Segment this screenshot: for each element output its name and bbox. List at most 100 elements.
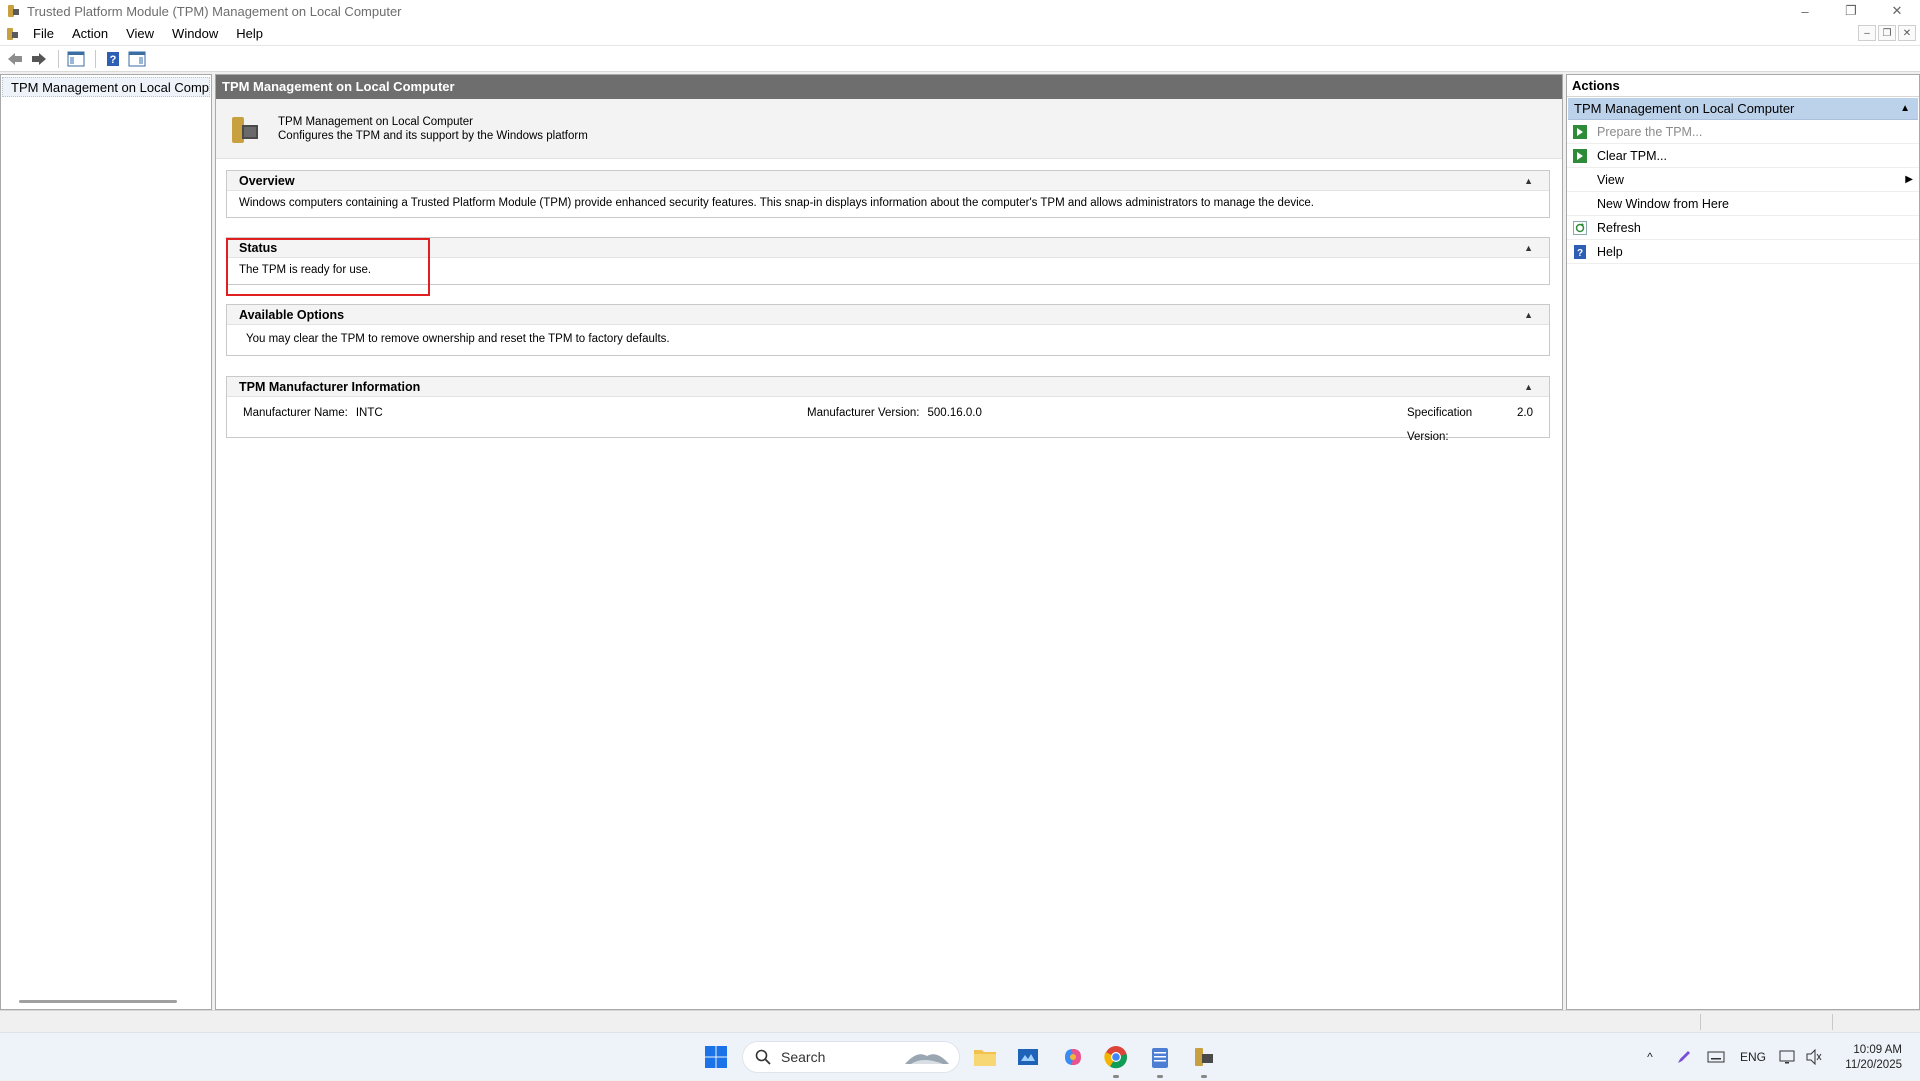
specification-version-value: 2.0 (1517, 401, 1533, 449)
minimize-button[interactable]: – (1782, 0, 1828, 22)
available-options-title: Available Options (239, 308, 344, 322)
input-language-indicator[interactable]: ENG (1738, 1033, 1768, 1081)
overview-text: Windows computers containing a Trusted P… (227, 191, 1549, 215)
system-menu-icon[interactable] (4, 26, 20, 42)
action-label: Refresh (1597, 221, 1641, 235)
taskbar-search-box[interactable]: Search (742, 1041, 960, 1073)
console-tree-pane: TPM Management on Local Comp (0, 74, 212, 1010)
action-label: Help (1597, 245, 1623, 259)
title-bar: Trusted Platform Module (TPM) Management… (0, 0, 1920, 22)
help-toolbar-button[interactable]: ? (102, 48, 124, 70)
tree-horizontal-scrollbar[interactable] (19, 1000, 177, 1003)
console-tree-icon (67, 51, 85, 67)
window-title: Trusted Platform Module (TPM) Management… (27, 4, 402, 19)
tpm-taskbar-icon[interactable] (1188, 1041, 1220, 1073)
search-icon (755, 1049, 771, 1065)
menu-window[interactable]: Window (163, 22, 227, 46)
menu-view[interactable]: View (117, 22, 163, 46)
copilot-taskbar-icon[interactable] (1057, 1041, 1089, 1073)
action-view[interactable]: View ▶ (1567, 168, 1919, 192)
running-indicator (1113, 1075, 1119, 1078)
volume-muted-icon[interactable] (1802, 1033, 1826, 1081)
manufacturer-info-header[interactable]: TPM Manufacturer Information ▲ (227, 377, 1549, 397)
news-taskbar-icon[interactable] (1012, 1041, 1044, 1073)
available-options-text: You may clear the TPM to remove ownershi… (227, 325, 1549, 353)
collapse-caret-icon[interactable]: ▲ (1524, 377, 1533, 397)
manufacturer-version: Manufacturer Version: 500.16.0.0 (807, 401, 1407, 449)
tree-item-tpm-management[interactable]: TPM Management on Local Comp (2, 77, 210, 97)
overview-header[interactable]: Overview ▲ (227, 171, 1549, 191)
action-refresh[interactable]: Refresh (1567, 216, 1919, 240)
network-icon[interactable] (1776, 1033, 1800, 1081)
show-hidden-icons-chevron-icon[interactable]: ^ (1640, 1033, 1660, 1081)
notepad-taskbar-icon[interactable] (1144, 1041, 1176, 1073)
tpm-chip-large-icon (228, 113, 264, 149)
manufacturer-version-label: Manufacturer Version: (807, 401, 920, 449)
manufacturer-name-value: INTC (356, 401, 383, 449)
clock-date: 11/20/2025 (1845, 1058, 1902, 1073)
chrome-taskbar-icon[interactable] (1100, 1041, 1132, 1073)
menu-file[interactable]: File (24, 22, 63, 46)
action-new-window[interactable]: New Window from Here (1567, 192, 1919, 216)
collapse-caret-icon[interactable]: ▲ (1900, 98, 1910, 120)
forward-button[interactable] (28, 48, 50, 70)
menu-bar: File Action View Window Help – ❐ ✕ (0, 22, 1920, 46)
description-subtitle: Configures the TPM and its support by th… (278, 129, 588, 143)
tree-item-label: TPM Management on Local Comp (11, 80, 209, 95)
touch-keyboard-icon[interactable] (1704, 1033, 1728, 1081)
action-clear-tpm[interactable]: Clear TPM... (1567, 144, 1919, 168)
toolbar-separator (58, 50, 59, 68)
start-button[interactable] (700, 1041, 732, 1073)
close-button[interactable]: ✕ (1874, 0, 1920, 22)
file-explorer-taskbar-icon[interactable] (969, 1041, 1001, 1073)
collapse-caret-icon[interactable]: ▲ (1524, 171, 1533, 191)
restore-button[interactable]: ❐ (1828, 0, 1874, 22)
help-icon: ? (106, 51, 120, 67)
mdi-restore-button[interactable]: ❐ (1878, 25, 1896, 41)
show-hide-console-tree-button[interactable] (65, 48, 87, 70)
results-pane-header: TPM Management on Local Computer (216, 75, 1562, 99)
action-label: New Window from Here (1597, 197, 1729, 211)
overview-section: Overview ▲ Windows computers containing … (226, 170, 1550, 218)
action-pane-icon (128, 51, 146, 67)
search-highlight-image-icon (903, 1046, 951, 1068)
running-indicator (1157, 1075, 1163, 1078)
back-button[interactable] (4, 48, 26, 70)
manufacturer-info-section: TPM Manufacturer Information ▲ Manufactu… (226, 376, 1550, 438)
specification-version: Specification Version: 2.0 (1407, 401, 1533, 449)
forward-arrow-icon (31, 52, 47, 66)
overview-title: Overview (239, 174, 295, 188)
action-label: Clear TPM... (1597, 149, 1667, 163)
action-label: Prepare the TPM... (1597, 125, 1702, 139)
search-placeholder: Search (781, 1049, 825, 1065)
taskbar: Search ^ ENG 10:09 AM 11/20/2025 (0, 1032, 1920, 1080)
collapse-caret-icon[interactable]: ▲ (1524, 238, 1533, 258)
toolbar-separator (95, 50, 96, 68)
available-options-section: Available Options ▲ You may clear the TP… (226, 304, 1550, 356)
available-options-header[interactable]: Available Options ▲ (227, 305, 1549, 325)
specification-version-label: Specification Version: (1407, 401, 1509, 449)
status-bar-divider (1832, 1014, 1833, 1030)
menu-help[interactable]: Help (227, 22, 272, 46)
status-highlight-box (226, 238, 430, 296)
run-action-icon (1572, 124, 1588, 140)
refresh-icon (1572, 220, 1588, 236)
manufacturer-name: Manufacturer Name: INTC (243, 401, 807, 449)
results-pane: TPM Management on Local Computer TPM Man… (215, 74, 1563, 1010)
snapin-description: TPM Management on Local Computer Configu… (216, 99, 1562, 159)
actions-pane: Actions TPM Management on Local Computer… (1566, 74, 1920, 1010)
pen-icon[interactable] (1672, 1033, 1696, 1081)
manufacturer-name-label: Manufacturer Name: (243, 401, 348, 449)
status-bar (0, 1010, 1920, 1032)
mdi-close-button[interactable]: ✕ (1898, 25, 1916, 41)
svg-text:?: ? (1577, 248, 1583, 259)
action-prepare-tpm[interactable]: Prepare the TPM... (1567, 120, 1919, 144)
submenu-arrow-icon: ▶ (1905, 174, 1913, 185)
show-hide-action-pane-button[interactable] (126, 48, 148, 70)
menu-action[interactable]: Action (63, 22, 117, 46)
collapse-caret-icon[interactable]: ▲ (1524, 305, 1533, 325)
action-help[interactable]: ? Help (1567, 240, 1919, 264)
actions-group-header[interactable]: TPM Management on Local Computer ▲ (1568, 98, 1918, 120)
mdi-minimize-button[interactable]: – (1858, 25, 1876, 41)
system-clock[interactable]: 10:09 AM 11/20/2025 (1845, 1043, 1902, 1073)
